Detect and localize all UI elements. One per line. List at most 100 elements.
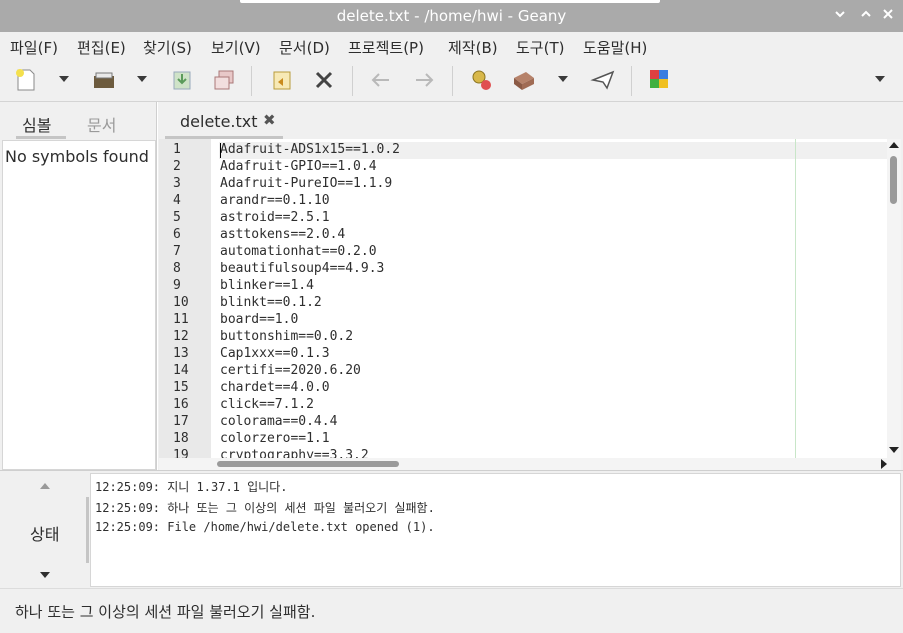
menu-search[interactable]: 찾기(S) [143, 37, 192, 58]
save-all-button[interactable] [210, 66, 238, 94]
code-line: automationhat==0.2.0 [220, 244, 377, 259]
color-chooser-button[interactable] [646, 66, 674, 94]
scroll-down-icon[interactable] [889, 447, 899, 453]
open-file-button[interactable] [90, 66, 118, 94]
open-file-icon [94, 72, 114, 88]
menu-project[interactable]: 프로젝트(P) [348, 37, 424, 58]
scroll-right-icon[interactable] [881, 459, 887, 469]
line-number: 13 [173, 346, 189, 361]
vertical-scroll-thumb[interactable] [890, 156, 897, 204]
tab-scroll-down-icon[interactable] [40, 572, 50, 578]
tab-symbols[interactable]: 심볼 [22, 112, 51, 136]
build-dropdown[interactable] [558, 76, 568, 82]
toolbar-separator [352, 66, 353, 96]
run-icon [590, 70, 615, 90]
close-icon [883, 9, 893, 19]
build-icon [514, 72, 534, 90]
new-file-dropdown[interactable] [59, 76, 69, 82]
horizontal-scroll-thumb[interactable] [217, 461, 399, 467]
text-caret [220, 143, 221, 158]
symbols-panel[interactable]: No symbols found [2, 140, 156, 470]
chevron-down-icon [835, 11, 845, 18]
code-line: Adafruit-PureIO==1.1.9 [220, 176, 393, 191]
active-tab-indicator [16, 136, 66, 139]
code-line: Adafruit-GPIO==1.0.4 [220, 159, 377, 174]
fold-margin[interactable] [211, 139, 219, 458]
save-icon [173, 71, 191, 90]
tab-documents[interactable]: 문서 [87, 112, 116, 136]
back-button[interactable] [367, 66, 395, 94]
menu-view[interactable]: 보기(V) [211, 37, 261, 58]
menu-document[interactable]: 문서(D) [279, 37, 330, 58]
line-number: 4 [173, 193, 181, 208]
window-title: delete.txt - /home/hwi - Geany [336, 7, 567, 25]
message-tabs: 상태 [0, 471, 89, 589]
line-number: 8 [173, 261, 181, 276]
save-all-icon [214, 70, 234, 90]
status-text: 하나 또는 그 이상의 세션 파일 불러오기 실패함. [15, 603, 316, 621]
open-file-dropdown[interactable] [137, 76, 147, 82]
line-number: 9 [173, 278, 181, 293]
line-number: 17 [173, 414, 189, 429]
code-line: board==1.0 [220, 312, 299, 327]
menu-build[interactable]: 제작(B) [448, 37, 498, 58]
code-line: blinker==1.4 [220, 278, 314, 293]
toolbar-separator [631, 66, 632, 96]
vertical-scrollbar[interactable] [887, 139, 901, 458]
close-file-icon [315, 71, 333, 89]
line-number: 12 [173, 329, 189, 344]
code-line: colorama==0.4.4 [220, 414, 338, 429]
run-button[interactable] [589, 66, 617, 94]
maximize-button[interactable] [856, 6, 876, 26]
menu-file[interactable]: 파일(F) [10, 37, 58, 58]
code-line: Adafruit-ADS1x15==1.0.2 [220, 142, 401, 157]
new-file-button[interactable] [12, 66, 40, 94]
code-line: beautifulsoup4==4.9.3 [220, 261, 385, 276]
overflow-icon[interactable] [875, 76, 885, 82]
log-line: 12:25:09: File /home/hwi/delete.txt open… [95, 520, 435, 534]
scroll-up-icon[interactable] [889, 142, 899, 148]
close-file-button[interactable] [310, 66, 338, 94]
toolbar-separator [452, 66, 453, 96]
line-number: 1 [173, 142, 181, 157]
document-tab-label: delete.txt [180, 112, 258, 131]
tab-scroll-up-icon[interactable] [40, 483, 50, 489]
menu-tools[interactable]: 도구(T) [516, 37, 564, 58]
editor-area: delete.txt ✖ 1 2 3 4 5 6 7 8 9 10 11 12 13 14 15 16 17 18… [158, 102, 903, 470]
code-line: chardet==4.0.0 [220, 380, 330, 395]
forward-icon [416, 73, 434, 87]
code-line: astroid==2.5.1 [220, 210, 330, 225]
horizontal-scrollbar[interactable] [159, 458, 901, 470]
tab-close-icon[interactable]: ✖ [263, 111, 276, 129]
line-number: 5 [173, 210, 181, 225]
status-log[interactable]: 12:25:09: 지니 1.37.1 입니다. 12:25:09: 하나 또는 … [90, 473, 901, 587]
code-line: click==7.1.2 [220, 397, 314, 412]
line-number: 6 [173, 227, 181, 242]
sidebar-tabs: 심볼 문서 [0, 102, 157, 139]
toolbar-separator [251, 66, 252, 96]
code-editor[interactable]: Adafruit-ADS1x15==1.0.2 Adafruit-GPIO==1.… [219, 139, 887, 458]
new-file-icon [16, 69, 35, 91]
build-button[interactable] [510, 66, 538, 94]
save-button[interactable] [168, 66, 196, 94]
title-bar[interactable]: delete.txt - /home/hwi - Geany [0, 0, 903, 32]
menu-edit[interactable]: 편집(E) [77, 37, 126, 58]
line-number: 10 [173, 295, 189, 310]
line-number: 18 [173, 431, 189, 446]
document-tab[interactable]: delete.txt ✖ [165, 102, 283, 139]
color-chooser-icon [650, 70, 668, 88]
minimize-button[interactable] [830, 6, 850, 26]
line-number: 2 [173, 159, 181, 174]
forward-button[interactable] [410, 66, 438, 94]
close-button[interactable] [878, 6, 898, 26]
menu-bar: 파일(F) 편집(E) 찾기(S) 보기(V) 문서(D) 프로젝트(P) 제작… [0, 32, 903, 60]
revert-icon [273, 71, 291, 90]
compile-button[interactable] [468, 66, 496, 94]
tab-status[interactable]: 상태 [30, 521, 59, 545]
code-line: asttokens==2.0.4 [220, 227, 346, 242]
line-number: 11 [173, 312, 189, 327]
menu-help[interactable]: 도움말(H) [583, 37, 647, 58]
active-message-tab-indicator [86, 497, 89, 563]
chevron-up-icon [861, 10, 871, 17]
revert-button[interactable] [268, 66, 296, 94]
